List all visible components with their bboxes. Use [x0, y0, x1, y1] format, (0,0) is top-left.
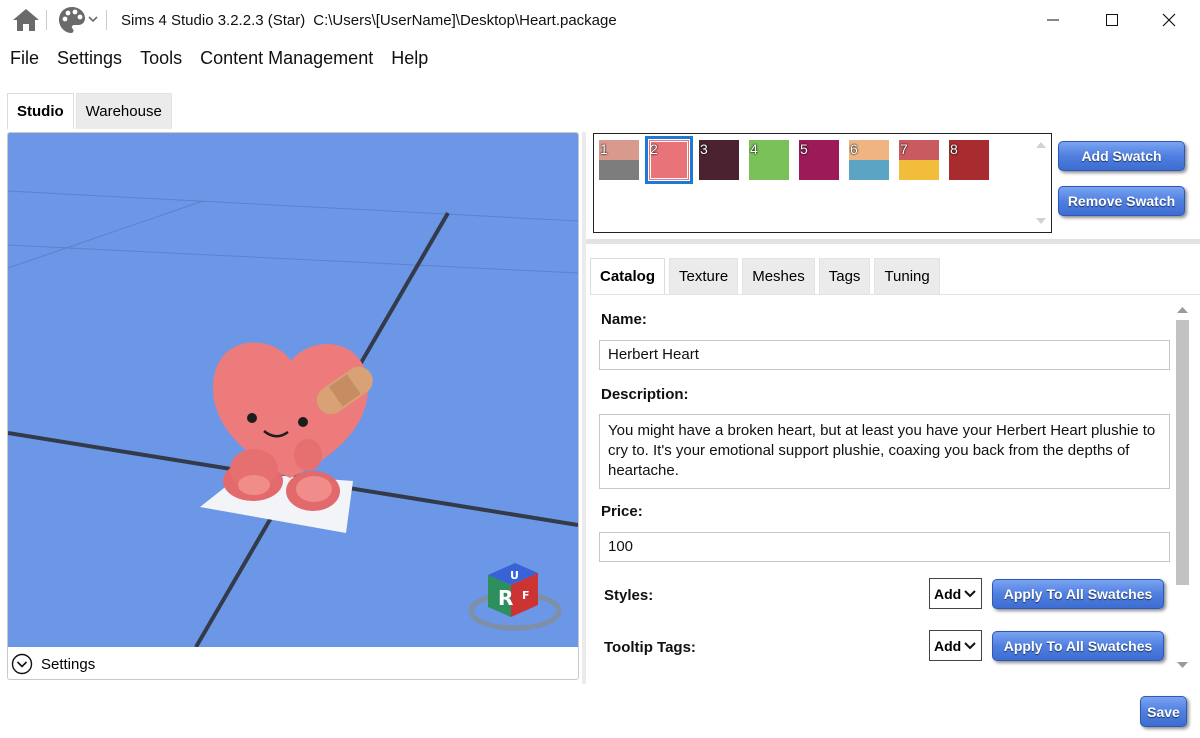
chevron-circle-down-icon [11, 653, 33, 675]
gizmo-front-letter: R [498, 586, 513, 610]
tooltip-dropdown-value: Add [934, 637, 962, 654]
horizontal-splitter[interactable] [586, 239, 1200, 244]
tooltip-tags-label: Tooltip Tags: [604, 639, 696, 656]
menu-file[interactable]: File [0, 44, 48, 72]
chevron-down-icon [964, 642, 976, 650]
vertical-splitter[interactable] [582, 132, 586, 684]
remove-swatch-button[interactable]: Remove Swatch [1058, 186, 1185, 216]
swatch-color-bottom [599, 160, 639, 180]
maximize-button[interactable] [1084, 0, 1140, 40]
home-icon[interactable] [12, 8, 40, 32]
grid-line [8, 190, 578, 222]
tab-studio[interactable]: Studio [7, 93, 74, 129]
maximize-icon [1106, 14, 1118, 26]
viewport-settings-label: Settings [41, 655, 96, 673]
swatch-number: 8 [950, 141, 958, 157]
tab-divider [590, 294, 1200, 295]
name-label: Name: [601, 311, 647, 328]
close-button[interactable] [1141, 0, 1197, 40]
styles-label: Styles: [604, 587, 654, 604]
swatch-color-top [649, 140, 689, 180]
right-tab-strip: Catalog Texture Meshes Tags Tuning [590, 258, 944, 294]
swatch-color-bottom [899, 160, 939, 180]
window-title: Sims 4 Studio 3.2.2.3 (Star) C:\Users\[Us… [121, 12, 617, 29]
tooltip-apply-all-button[interactable]: Apply To All Swatches [992, 631, 1164, 661]
viewport-settings-toggle[interactable]: Settings [8, 649, 578, 679]
menu-help[interactable]: Help [382, 44, 437, 72]
scrollbar-thumb[interactable] [1176, 320, 1189, 585]
swatch-number: 3 [700, 141, 708, 157]
swatch-number: 5 [800, 141, 808, 157]
chevron-down-icon[interactable] [87, 13, 99, 25]
tab-tuning[interactable]: Tuning [874, 258, 940, 294]
swatch-list: 1 2 3 4 5 6 7 8 [593, 133, 1052, 233]
swatch-item[interactable]: 5 [799, 140, 839, 180]
swatch-item-selected[interactable]: 2 [645, 136, 693, 184]
description-field[interactable]: You might have a broken heart, but at le… [599, 414, 1170, 489]
description-label: Description: [601, 386, 689, 403]
chevron-down-icon [964, 590, 976, 598]
tooltip-tags-dropdown[interactable]: Add [929, 630, 982, 661]
swatch-item[interactable]: 6 [849, 140, 889, 180]
menu-settings[interactable]: Settings [48, 44, 131, 72]
minimize-icon [1047, 19, 1059, 21]
save-button[interactable]: Save [1140, 696, 1187, 727]
swatch-item[interactable]: 8 [949, 140, 989, 180]
scroll-up-icon[interactable] [1176, 305, 1189, 315]
title-bar: Sims 4 Studio 3.2.2.3 (Star) C:\Users\[Us… [0, 0, 1200, 40]
add-swatch-button[interactable]: Add Swatch [1058, 141, 1185, 171]
swatch-item[interactable]: 4 [749, 140, 789, 180]
gizmo-top-letter: U [510, 569, 519, 582]
swatch-scroll-up-icon[interactable] [1036, 141, 1046, 149]
grid-line [8, 244, 578, 274]
price-field[interactable]: 100 [599, 532, 1170, 562]
form-scrollbar[interactable] [1175, 305, 1189, 673]
heart-plushie-model [213, 342, 373, 511]
grid-line [8, 200, 204, 269]
minimize-button[interactable] [1025, 0, 1081, 40]
styles-apply-all-button[interactable]: Apply To All Swatches [992, 579, 1164, 609]
styles-dropdown[interactable]: Add [929, 578, 982, 609]
swatch-number: 6 [850, 141, 858, 157]
tab-meshes[interactable]: Meshes [742, 258, 815, 294]
swatch-number: 7 [900, 141, 908, 157]
title-separator [46, 10, 47, 30]
tab-warehouse[interactable]: Warehouse [75, 93, 172, 129]
title-separator [106, 10, 107, 30]
price-label: Price: [601, 503, 643, 520]
app-title: Sims 4 Studio 3.2.2.3 (Star) [121, 12, 306, 29]
3d-viewport[interactable]: R U F [8, 133, 578, 647]
name-field[interactable]: Herbert Heart [599, 340, 1170, 370]
orientation-gizmo[interactable]: R U F [468, 563, 562, 631]
tab-catalog[interactable]: Catalog [590, 258, 666, 294]
swatch-number: 4 [750, 141, 758, 157]
styles-dropdown-value: Add [934, 585, 962, 602]
menu-bar: File Settings Tools Content Management H… [0, 44, 437, 72]
swatch-item[interactable]: 7 [899, 140, 939, 180]
viewport-panel: R U F Settings [7, 132, 579, 680]
tab-texture[interactable]: Texture [669, 258, 739, 294]
close-icon [1162, 13, 1176, 27]
gizmo-side-letter: F [522, 589, 530, 602]
swatch-color-bottom [849, 160, 889, 180]
palette-icon[interactable] [57, 5, 87, 35]
menu-content-management[interactable]: Content Management [191, 44, 382, 72]
swatch-number: 2 [650, 141, 658, 157]
tab-tags[interactable]: Tags [818, 258, 871, 294]
menu-tools[interactable]: Tools [131, 44, 191, 72]
viewport-scene: R U F [8, 190, 578, 647]
left-tab-strip: Studio Warehouse [7, 93, 174, 129]
swatch-item[interactable]: 1 [599, 140, 639, 180]
swatch-item[interactable]: 3 [699, 140, 739, 180]
scroll-down-icon[interactable] [1176, 660, 1189, 670]
file-path: C:\Users\[UserName]\Desktop\Heart.packag… [313, 12, 617, 29]
swatch-number: 1 [600, 141, 608, 157]
swatch-scroll-down-icon[interactable] [1036, 217, 1046, 225]
